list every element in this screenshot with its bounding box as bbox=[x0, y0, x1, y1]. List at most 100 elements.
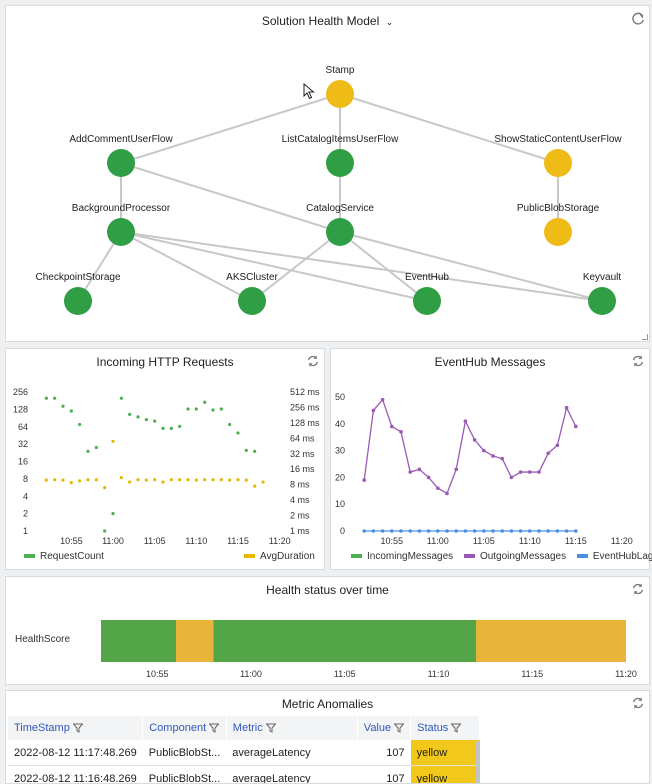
data-point bbox=[203, 478, 207, 482]
legend-request-count[interactable]: RequestCount bbox=[40, 551, 104, 562]
column-header-value[interactable]: Value bbox=[357, 716, 412, 740]
data-point bbox=[111, 439, 115, 443]
data-point bbox=[86, 478, 90, 482]
filter-icon[interactable] bbox=[209, 723, 220, 733]
status-segment-healthy bbox=[213, 620, 476, 662]
y-tick-label: 30 bbox=[335, 446, 345, 456]
resize-handle-icon[interactable] bbox=[642, 334, 648, 340]
legend-eventhub-lag[interactable]: EventHubLag bbox=[593, 551, 652, 562]
data-point bbox=[445, 491, 449, 496]
refresh-icon[interactable] bbox=[631, 582, 645, 596]
data-point bbox=[94, 478, 98, 482]
y-tick-label: 20 bbox=[335, 472, 345, 482]
data-point bbox=[408, 529, 412, 533]
data-point bbox=[555, 443, 560, 448]
table-row[interactable]: 2022-08-12 11:16:48.269 PublicBlobSt... … bbox=[8, 765, 480, 783]
y2-tick-label: 32 ms bbox=[290, 449, 315, 459]
data-point bbox=[445, 529, 449, 533]
refresh-icon[interactable] bbox=[306, 354, 320, 368]
legend-swatch bbox=[463, 554, 475, 559]
refresh-icon[interactable] bbox=[631, 354, 645, 368]
cell-status: yellow bbox=[410, 765, 480, 783]
data-point bbox=[53, 396, 57, 400]
data-point bbox=[426, 475, 431, 480]
data-point bbox=[78, 479, 82, 483]
refresh-icon[interactable] bbox=[631, 696, 645, 710]
eventhub-messages-panel: EventHub Messages 0 10 20 30 40 50 10:55 11:00 1… bbox=[330, 348, 652, 570]
data-point bbox=[417, 529, 422, 533]
data-point bbox=[236, 478, 240, 482]
table-row[interactable]: 2022-08-12 11:17:48.269 PublicBlobSt... … bbox=[8, 740, 480, 766]
column-header-timestamp[interactable]: TimeStamp bbox=[8, 716, 144, 740]
x-tick-label: 10:55 bbox=[60, 536, 83, 546]
node-label: AddCommentUserFlow bbox=[69, 134, 173, 145]
data-point bbox=[128, 480, 132, 484]
data-point bbox=[436, 486, 440, 490]
y-tick-label: 32 bbox=[18, 439, 28, 449]
data-point bbox=[228, 478, 232, 482]
data-point bbox=[128, 412, 132, 416]
filter-icon[interactable] bbox=[265, 723, 276, 733]
x-tick-label: 11:10 bbox=[428, 669, 450, 679]
data-point bbox=[103, 529, 107, 533]
table-header-row: TimeStamp Component Metric Value Status bbox=[8, 716, 481, 740]
data-point bbox=[509, 529, 514, 533]
data-point bbox=[111, 512, 115, 516]
legend-avg-duration[interactable]: AvgDuration bbox=[260, 551, 315, 562]
data-point bbox=[390, 424, 394, 429]
x-tick-label: 10:55 bbox=[381, 536, 404, 546]
x-tick-label: 10:55 bbox=[146, 669, 169, 679]
chevron-down-icon[interactable]: ⌄ bbox=[386, 17, 394, 27]
health-model-panel: Solution Health Model ⌄ Stamp AddCommentU… bbox=[5, 5, 650, 342]
node-label: ShowStaticContentUserFlow bbox=[494, 134, 622, 145]
legend-incoming-messages[interactable]: IncomingMessages bbox=[367, 551, 453, 562]
data-point bbox=[253, 449, 257, 453]
data-point bbox=[178, 478, 182, 482]
data-point bbox=[574, 424, 578, 429]
column-header-metric[interactable]: Metric bbox=[226, 716, 358, 740]
data-point bbox=[61, 404, 65, 408]
node-showstatic bbox=[544, 149, 572, 177]
column-header-component[interactable]: Component bbox=[142, 716, 227, 740]
graph-edge bbox=[120, 93, 341, 164]
data-point bbox=[203, 400, 207, 404]
filter-icon[interactable] bbox=[451, 723, 462, 733]
data-point bbox=[417, 467, 422, 472]
y2-tick-label: 64 ms bbox=[290, 433, 315, 443]
data-point bbox=[390, 529, 394, 533]
filter-icon[interactable] bbox=[394, 723, 405, 733]
cell-component: PublicBlobSt... bbox=[142, 740, 227, 766]
data-point bbox=[169, 478, 173, 482]
data-point bbox=[528, 470, 532, 474]
table-scrollbar[interactable] bbox=[476, 741, 480, 783]
data-point bbox=[472, 438, 477, 442]
data-point bbox=[53, 478, 57, 482]
data-point bbox=[136, 478, 140, 482]
data-point bbox=[546, 451, 550, 456]
legend-outgoing-messages[interactable]: OutgoingMessages bbox=[480, 551, 566, 562]
data-point bbox=[408, 470, 412, 474]
data-point bbox=[564, 529, 569, 533]
legend-swatch bbox=[24, 554, 35, 559]
y2-tick-label: 4 ms bbox=[290, 495, 310, 505]
y-tick-label: 4 bbox=[23, 491, 28, 501]
y2-tick-label: 256 ms bbox=[290, 402, 320, 412]
data-point bbox=[463, 529, 468, 533]
data-point bbox=[211, 478, 215, 482]
y2-tick-label: 16 ms bbox=[290, 464, 315, 474]
status-segment-healthy bbox=[101, 620, 176, 662]
x-tick-label: 11:20 bbox=[615, 669, 637, 679]
column-header-status[interactable]: Status bbox=[410, 716, 481, 740]
data-point bbox=[371, 529, 376, 533]
cell-component: PublicBlobSt... bbox=[142, 765, 227, 783]
node-stamp bbox=[326, 80, 354, 108]
data-point bbox=[61, 478, 65, 482]
data-point bbox=[69, 409, 73, 413]
data-point bbox=[399, 529, 403, 533]
http-requests-chart: 1 2 4 8 16 32 64 128 256 1 ms 2 ms 4 ms 8 ms 16 ms 32 … bbox=[13, 387, 320, 546]
refresh-icon[interactable] bbox=[631, 12, 645, 26]
filter-icon[interactable] bbox=[72, 723, 83, 733]
node-eventhub bbox=[413, 287, 441, 315]
data-point bbox=[528, 529, 532, 533]
data-point bbox=[136, 415, 140, 419]
